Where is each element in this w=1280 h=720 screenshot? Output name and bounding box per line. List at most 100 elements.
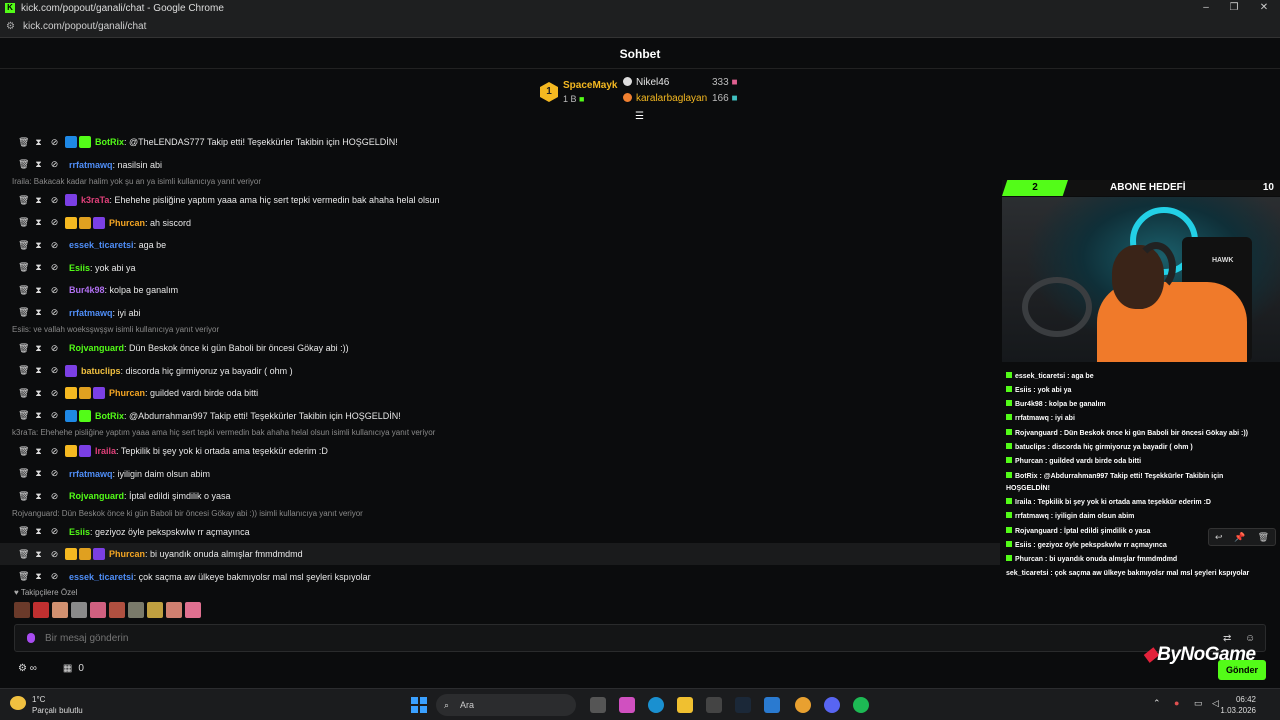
reply-context[interactable]: Esiis: ve vallah woeksşwşşw isimli kulla… [12,325,219,337]
username[interactable]: batuclips [81,366,121,376]
delete-icon[interactable]: 🗑 [18,549,29,560]
username[interactable]: Phurcan [109,218,145,228]
ban-icon[interactable]: ⊘ [50,343,59,354]
edge-icon[interactable] [648,697,664,713]
username[interactable]: Rojvanguard [69,343,124,353]
reply-context[interactable]: Rojvanguard: Dün Beskok önce ki gün Babo… [12,509,363,521]
discord-icon[interactable] [824,697,840,713]
timeout-icon[interactable]: ⧗ [34,285,43,296]
emote[interactable] [71,602,87,618]
reply-context[interactable]: k3raTa: Ehehehe pisliğine yaptım yaaa am… [12,428,435,440]
username[interactable]: essek_ticaretsi [69,572,134,582]
start-icon[interactable] [411,697,427,713]
chat-message[interactable]: 🗑 ⧗ ⊘ rrfatmawq: nasilsin abi [0,154,1000,176]
chat-message[interactable]: 🗑 ⧗ ⊘ Rojvanguard: İptal edildi şimdilik o … [0,485,1000,507]
ban-icon[interactable]: ⊘ [50,159,59,170]
taskbar-clock[interactable]: 06:42 1.03.2026 [1220,694,1256,716]
task-view-icon[interactable] [590,697,606,713]
ban-icon[interactable]: ⊘ [50,388,59,399]
gifter-second[interactable]: Nikel46 333 ■ [623,77,738,88]
timeout-icon[interactable]: ⧗ [34,549,43,560]
delete-icon[interactable]: 🗑 [18,137,29,148]
emote[interactable] [128,602,144,618]
emote[interactable] [147,602,163,618]
address-bar[interactable]: ⚙ kick.com/popout/ganali/chat [0,16,1280,38]
chat-message[interactable]: 🗑 ⧗ ⊘ Rojvanguard: Dün Beskok önce ki gün B… [0,337,1000,359]
delete-icon[interactable]: 🗑 [18,159,29,170]
delete-icon[interactable]: 🗑 [18,468,29,479]
delete-icon[interactable]: 🗑 [18,410,29,421]
timeout-icon[interactable]: ⧗ [34,159,43,170]
taskbar-search[interactable]: ⌕ Ara [436,694,576,716]
username[interactable]: Rojvanguard [69,491,124,501]
username[interactable]: Esiis [69,263,90,273]
chat-message[interactable]: 🗑 ⧗ ⊘ BotRix: @Abdurrahman997 Takip etti! T… [0,405,1000,427]
emote[interactable] [109,602,125,618]
mic-tray-icon[interactable]: ● [1174,698,1179,708]
delete-icon[interactable]: 🗑 [18,446,29,457]
username[interactable]: rrfatmawq [69,308,113,318]
emote[interactable] [14,602,30,618]
chat-message[interactable]: 🗑 ⧗ ⊘ Iraila: Tepkilik bi şey yok ki ortada… [0,440,1000,462]
chat-message[interactable]: 🗑 ⧗ ⊘ Bur4k98: kolpa be ganalım [0,279,1000,301]
chrome-icon[interactable] [795,697,811,713]
ban-icon[interactable]: ⊘ [50,195,59,206]
ban-icon[interactable]: ⊘ [50,526,59,537]
sort-icon[interactable]: ☰ [635,112,646,122]
minimize-button[interactable]: – [1192,0,1220,16]
username[interactable]: Phurcan [109,388,145,398]
emote[interactable] [52,602,68,618]
ban-icon[interactable]: ⊘ [50,365,59,376]
chat-message[interactable]: 🗑 ⧗ ⊘ Phurcan: ah siscord [0,212,1000,234]
timeout-icon[interactable]: ⧗ [34,571,43,582]
chat-message[interactable]: 🗑 ⧗ ⊘ Phurcan: guilded vardı birde oda bitt… [0,382,1000,404]
emote[interactable] [185,602,201,618]
timeout-icon[interactable]: ⧗ [34,526,43,537]
ban-icon[interactable]: ⊘ [50,410,59,421]
delete-icon[interactable]: 🗑 [18,307,29,318]
ban-icon[interactable]: ⊘ [50,217,59,228]
delete-icon[interactable]: 🗑 [18,365,29,376]
network-icon[interactable]: ▭ [1194,698,1203,709]
chat-message[interactable]: 🗑 ⧗ ⊘ Esiis: yok abi ya [0,257,1000,279]
chat-message[interactable]: 🗑 ⧗ ⊘ Phurcan: bi uyandık onuda almışlar fm… [0,543,1000,565]
delete-icon[interactable]: 🗑 [18,240,29,251]
chat-message[interactable]: 🗑 ⧗ ⊘ rrfatmawq: iyiligin daim olsun abim [0,463,1000,485]
ban-icon[interactable]: ⊘ [50,446,59,457]
delete-icon[interactable]: 🗑 [18,285,29,296]
timeout-icon[interactable]: ⧗ [34,195,43,206]
weather-widget[interactable]: 1°C Parçalı bulutlu [10,694,83,716]
site-info-icon[interactable]: ⚙ [6,21,15,32]
ban-icon[interactable]: ⊘ [50,285,59,296]
emote[interactable] [90,602,106,618]
timeout-icon[interactable]: ⧗ [34,410,43,421]
timeout-icon[interactable]: ⧗ [34,217,43,228]
delete-icon[interactable]: 🗑 [18,526,29,537]
timeout-icon[interactable]: ⧗ [34,343,43,354]
chat-message[interactable]: 🗑 ⧗ ⊘ essek_ticaretsi: aga be [0,234,1000,256]
timeout-icon[interactable]: ⧗ [34,365,43,376]
delete-icon[interactable]: 🗑 [1258,532,1269,543]
spotify-icon[interactable] [853,697,869,713]
timeout-icon[interactable]: ⧗ [34,446,43,457]
delete-icon[interactable]: 🗑 [18,343,29,354]
delete-icon[interactable]: 🗑 [18,195,29,206]
ban-icon[interactable]: ⊘ [50,240,59,251]
pin-icon[interactable]: 📌 [1234,532,1245,543]
chat-message[interactable]: 🗑 ⧗ ⊘ essek_ticaretsi: çok saçma aw ülkeye … [0,566,1000,588]
delete-icon[interactable]: 🗑 [18,388,29,399]
chat-message[interactable]: 🗑 ⧗ ⊘ BotRix: @TheLENDAS777 Takip etti! Teş… [0,131,1000,153]
reply-icon[interactable]: ↩ [1215,532,1223,543]
close-button[interactable]: ✕ [1250,0,1278,16]
username[interactable]: rrfatmawq [69,160,113,170]
ban-icon[interactable]: ⊘ [50,468,59,479]
chat-message[interactable]: 🗑 ⧗ ⊘ batuclips: discorda hiç girmiyoruz ya… [0,360,1000,382]
timeout-icon[interactable]: ⧗ [34,388,43,399]
timeout-icon[interactable]: ⧗ [34,137,43,148]
maximize-button[interactable]: ❐ [1220,0,1248,16]
store-icon[interactable]: ▦ [63,663,72,674]
username[interactable]: BotRix [95,137,124,147]
steam-icon[interactable] [735,697,751,713]
username[interactable]: Esiis [69,527,90,537]
store-app-icon[interactable] [706,697,722,713]
